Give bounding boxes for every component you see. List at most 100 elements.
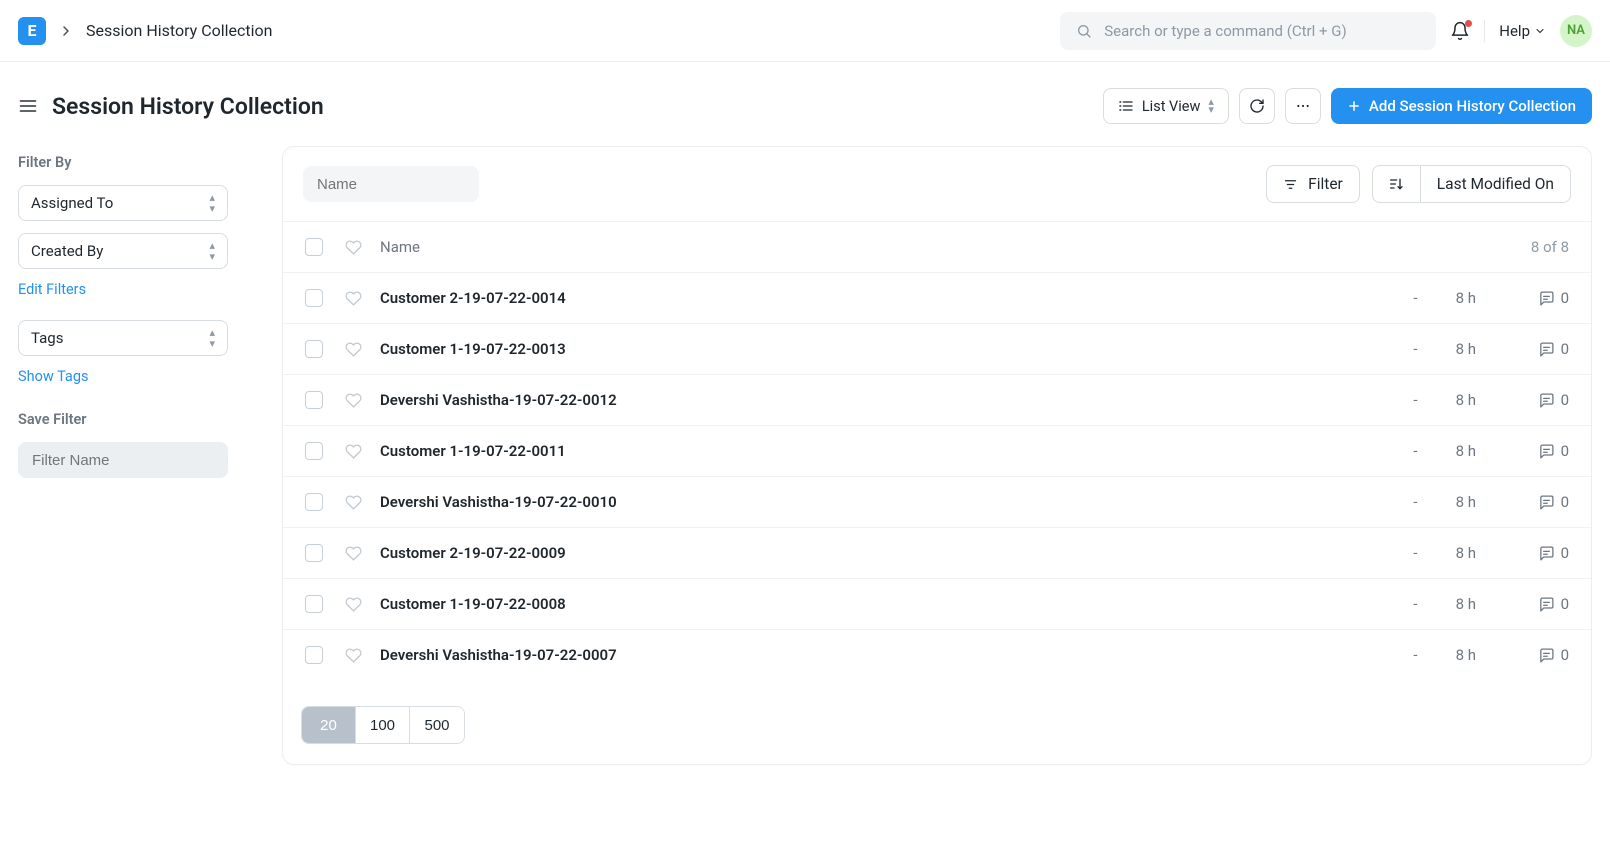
top-navbar: E Session History Collection Search or t… (0, 0, 1610, 62)
heart-icon[interactable] (345, 647, 362, 664)
row-comments[interactable]: 0 (1538, 493, 1569, 511)
row-name: Devershi Vashistha-19-07-22-0007 (380, 646, 617, 664)
tags-label: Tags (31, 329, 63, 347)
heart-icon[interactable] (345, 290, 362, 307)
page-size-500[interactable]: 500 (410, 707, 464, 743)
notifications-button[interactable] (1450, 21, 1470, 41)
page-size-100[interactable]: 100 (356, 707, 410, 743)
row-status: - (1413, 391, 1417, 409)
plus-icon (1347, 99, 1361, 113)
page-size-20[interactable]: 20 (302, 707, 356, 743)
list-card: Filter Last Modified On (282, 146, 1592, 765)
sort-label: Last Modified On (1437, 175, 1554, 193)
sort-field-button[interactable]: Last Modified On (1420, 165, 1571, 203)
row-time: 8 h (1456, 544, 1500, 562)
column-name[interactable]: Name (380, 238, 420, 256)
notification-dot (1465, 20, 1472, 27)
row-status: - (1413, 544, 1417, 562)
table-row[interactable]: Customer 2-19-07-22-0009 - 8 h 0 (283, 527, 1591, 578)
row-checkbox[interactable] (305, 493, 323, 511)
more-horizontal-icon (1295, 98, 1311, 114)
updown-icon: ▴▾ (209, 327, 215, 349)
add-record-label: Add Session History Collection (1369, 97, 1576, 115)
table-row[interactable]: Devershi Vashistha-19-07-22-0007 - 8 h 0 (283, 629, 1591, 680)
row-comment-count: 0 (1561, 442, 1569, 460)
view-switcher[interactable]: List View ▴▾ (1103, 88, 1229, 124)
row-comment-count: 0 (1561, 493, 1569, 511)
breadcrumb-title[interactable]: Session History Collection (86, 21, 272, 40)
app-logo[interactable]: E (18, 17, 46, 45)
row-comments[interactable]: 0 (1538, 544, 1569, 562)
filter-name-input[interactable] (18, 442, 228, 478)
table-row[interactable]: Customer 1-19-07-22-0013 - 8 h 0 (283, 323, 1591, 374)
table-row[interactable]: Devershi Vashistha-19-07-22-0010 - 8 h 0 (283, 476, 1591, 527)
refresh-button[interactable] (1239, 88, 1275, 124)
row-comments[interactable]: 0 (1538, 340, 1569, 358)
row-comments[interactable]: 0 (1538, 391, 1569, 409)
row-time: 8 h (1456, 646, 1500, 664)
heart-icon[interactable] (345, 443, 362, 460)
more-menu-button[interactable] (1285, 88, 1321, 124)
row-status: - (1413, 289, 1417, 307)
row-comments[interactable]: 0 (1538, 595, 1569, 613)
row-checkbox[interactable] (305, 595, 323, 613)
row-checkbox[interactable] (305, 289, 323, 307)
heart-icon[interactable] (345, 392, 362, 409)
row-comments[interactable]: 0 (1538, 442, 1569, 460)
row-name: Customer 1-19-07-22-0013 (380, 340, 566, 358)
row-status: - (1413, 595, 1417, 613)
global-search[interactable]: Search or type a command (Ctrl + G) (1060, 12, 1436, 50)
row-checkbox[interactable] (305, 544, 323, 562)
row-time: 8 h (1456, 340, 1500, 358)
row-status: - (1413, 646, 1417, 664)
page-title: Session History Collection (52, 93, 324, 120)
heart-icon[interactable] (345, 545, 362, 562)
help-menu[interactable]: Help (1499, 22, 1546, 40)
row-checkbox[interactable] (305, 646, 323, 664)
row-time: 8 h (1456, 391, 1500, 409)
name-filter-input[interactable] (303, 166, 479, 202)
table-row[interactable]: Customer 2-19-07-22-0014 - 8 h 0 (283, 272, 1591, 323)
user-avatar[interactable]: NA (1560, 15, 1592, 47)
separator (1484, 20, 1485, 42)
table-row[interactable]: Customer 1-19-07-22-0008 - 8 h 0 (283, 578, 1591, 629)
heart-icon[interactable] (345, 494, 362, 511)
row-comment-count: 0 (1561, 544, 1569, 562)
table-row[interactable]: Devershi Vashistha-19-07-22-0012 - 8 h 0 (283, 374, 1591, 425)
filter-button[interactable]: Filter (1266, 165, 1360, 203)
assigned-to-select[interactable]: Assigned To ▴▾ (18, 185, 228, 221)
filter-by-heading: Filter By (18, 154, 258, 171)
row-name: Customer 1-19-07-22-0011 (380, 442, 566, 460)
row-comment-count: 0 (1561, 595, 1569, 613)
select-all-checkbox[interactable] (305, 238, 323, 256)
created-by-select[interactable]: Created By ▴▾ (18, 233, 228, 269)
search-icon (1076, 23, 1092, 39)
page-header: Session History Collection List View ▴▾ … (0, 62, 1610, 146)
row-name: Devershi Vashistha-19-07-22-0010 (380, 493, 617, 511)
row-comments[interactable]: 0 (1538, 289, 1569, 307)
row-time: 8 h (1456, 595, 1500, 613)
row-checkbox[interactable] (305, 340, 323, 358)
show-tags-link[interactable]: Show Tags (18, 368, 258, 385)
list-icon (1118, 98, 1134, 114)
like-column-icon (345, 239, 362, 256)
row-checkbox[interactable] (305, 442, 323, 460)
created-by-label: Created By (31, 242, 103, 260)
tags-select[interactable]: Tags ▴▾ (18, 320, 228, 356)
heart-icon[interactable] (345, 341, 362, 358)
row-name: Customer 1-19-07-22-0008 (380, 595, 566, 613)
filter-icon (1283, 177, 1298, 192)
page-size-group: 20100500 (301, 706, 465, 744)
save-filter-heading: Save Filter (18, 411, 258, 428)
heart-icon[interactable] (345, 596, 362, 613)
row-comments[interactable]: 0 (1538, 646, 1569, 664)
sidebar-toggle-icon[interactable] (18, 96, 38, 116)
filter-label: Filter (1308, 175, 1343, 193)
add-record-button[interactable]: Add Session History Collection (1331, 88, 1592, 124)
view-label: List View (1142, 98, 1201, 115)
edit-filters-link[interactable]: Edit Filters (18, 281, 258, 298)
table-header: Name 8 of 8 (283, 221, 1591, 272)
table-row[interactable]: Customer 1-19-07-22-0011 - 8 h 0 (283, 425, 1591, 476)
sort-direction-button[interactable] (1372, 165, 1420, 203)
row-checkbox[interactable] (305, 391, 323, 409)
